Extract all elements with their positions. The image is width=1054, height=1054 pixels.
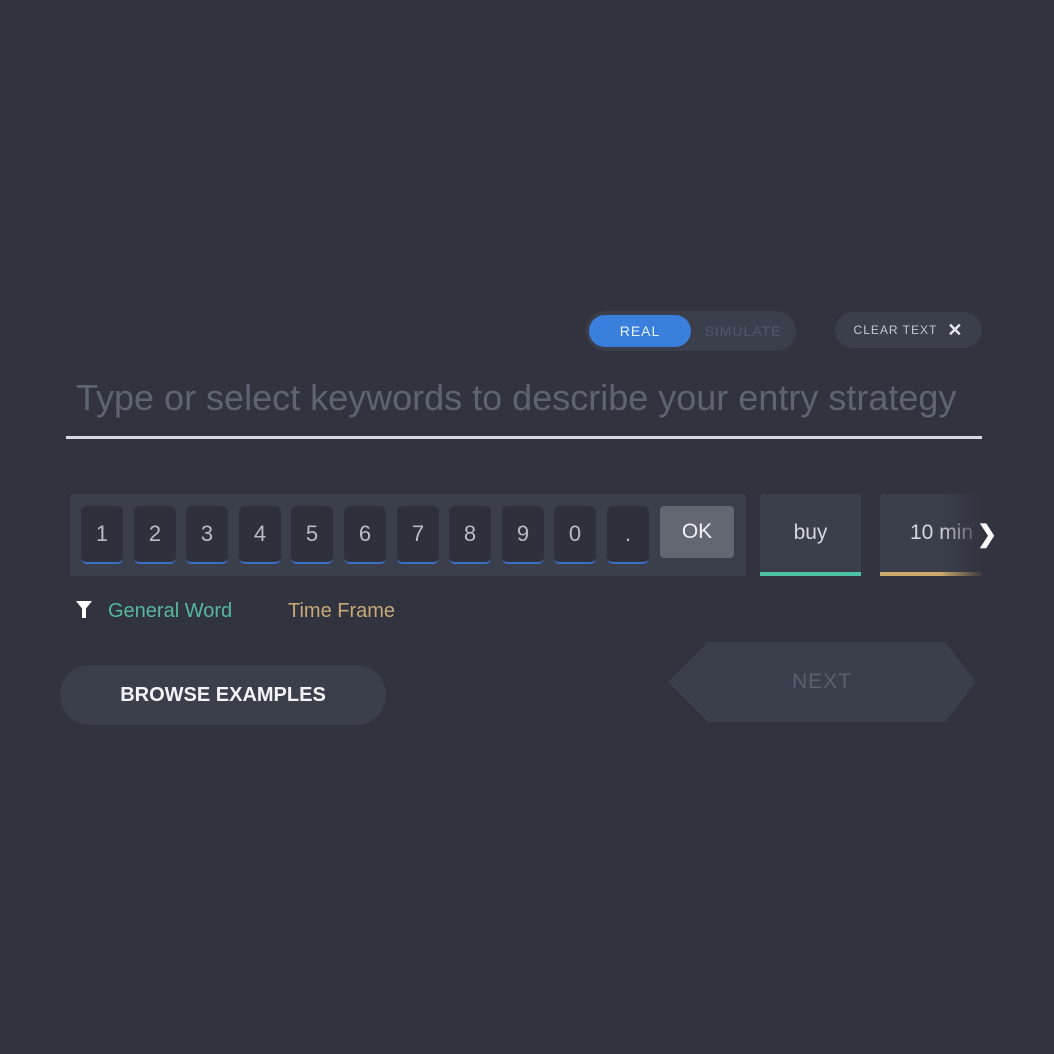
legend-general-word[interactable]: General Word: [108, 600, 232, 623]
key-7[interactable]: 7: [397, 506, 439, 564]
mode-toggle[interactable]: REAL SIMULATE: [586, 311, 796, 351]
key-0[interactable]: 0: [554, 506, 596, 564]
legend-time-frame[interactable]: Time Frame: [288, 600, 395, 623]
clear-text-button[interactable]: CLEAR TEXT ✕: [835, 312, 982, 348]
browse-examples-button[interactable]: BROWSE EXAMPLES: [60, 665, 386, 725]
key-3[interactable]: 3: [186, 506, 228, 564]
key-6[interactable]: 6: [344, 506, 386, 564]
clear-text-label: CLEAR TEXT: [853, 323, 938, 337]
ok-button[interactable]: OK: [660, 506, 734, 558]
close-icon: ✕: [947, 319, 964, 340]
input-underline: [66, 436, 982, 439]
key-decimal[interactable]: .: [607, 506, 649, 564]
chevron-right-icon[interactable]: ❯: [977, 520, 997, 549]
strategy-input[interactable]: [66, 366, 982, 430]
keyword-chip-buy[interactable]: buy: [760, 494, 861, 576]
key-2[interactable]: 2: [134, 506, 176, 564]
key-9[interactable]: 9: [502, 506, 544, 564]
number-keypad: 1 2 3 4 5 6 7 8 9 0 . OK: [70, 494, 746, 576]
key-8[interactable]: 8: [449, 506, 491, 564]
scroll-fade: [940, 494, 982, 576]
filter-icon-stem: [82, 609, 86, 618]
key-5[interactable]: 5: [291, 506, 333, 564]
next-button[interactable]: NEXT: [668, 642, 976, 722]
key-1[interactable]: 1: [81, 506, 123, 564]
mode-real-option[interactable]: REAL: [589, 315, 691, 347]
mode-simulate-option[interactable]: SIMULATE: [694, 315, 792, 347]
key-4[interactable]: 4: [239, 506, 281, 564]
